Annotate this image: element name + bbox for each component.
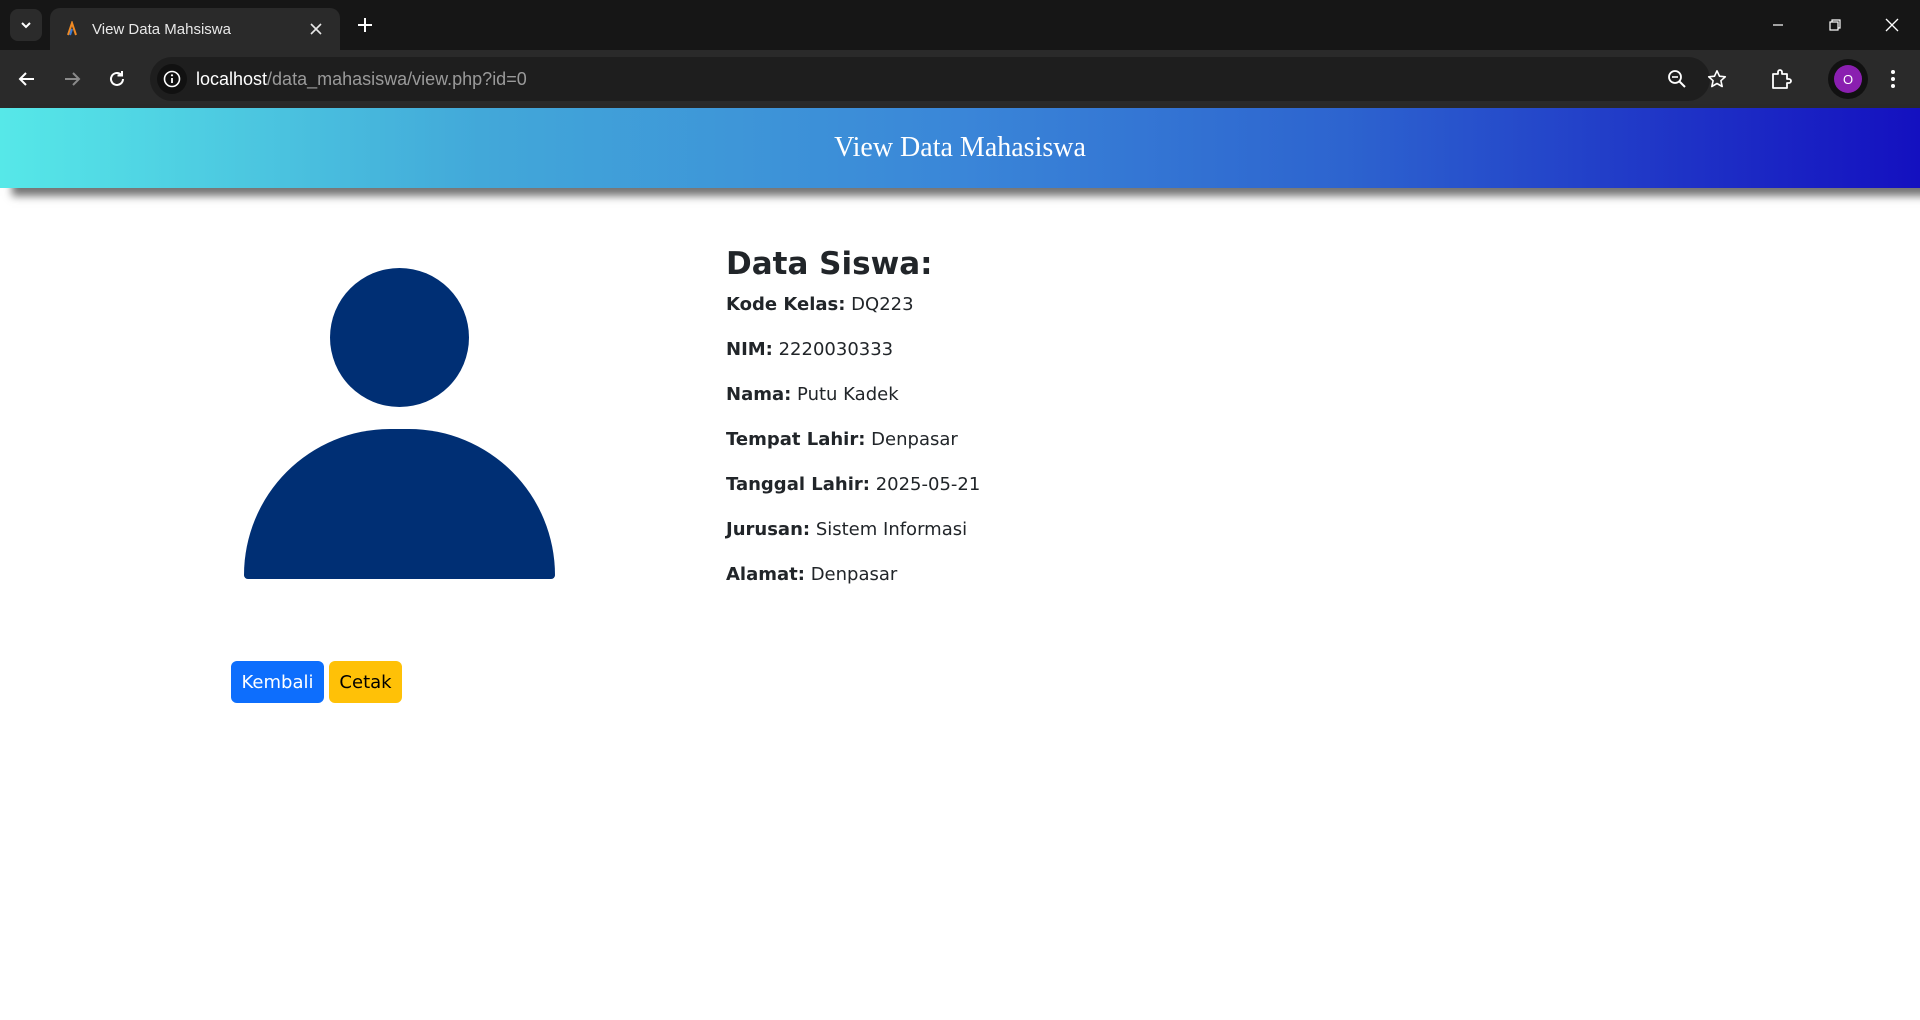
details-heading: Data Siswa: — [726, 246, 933, 282]
site-info-button[interactable] — [157, 64, 187, 94]
detail-row-nama: Nama: Putu Kadek — [726, 384, 1426, 429]
browser-menu-button[interactable] — [1877, 63, 1909, 95]
avatar-body — [244, 429, 555, 579]
detail-value: Denpasar — [810, 564, 898, 585]
reload-button[interactable] — [101, 63, 133, 95]
kebab-menu-icon — [1891, 70, 1895, 88]
detail-label: Jurusan: — [726, 519, 811, 540]
detail-label: Tanggal Lahir: — [726, 474, 870, 495]
tab-title: View Data Mahsiswa — [92, 20, 231, 38]
star-icon — [1707, 70, 1727, 88]
page-header: View Data Mahasiswa — [0, 108, 1920, 188]
detail-label: Nama: — [726, 384, 792, 405]
close-icon — [1885, 18, 1898, 32]
chevron-down-icon — [21, 22, 31, 29]
zoom-button[interactable] — [1665, 67, 1689, 91]
arrow-left-icon — [18, 72, 34, 86]
detail-row-kode-kelas: Kode Kelas: DQ223 — [726, 294, 1426, 339]
zoom-out-icon — [1668, 70, 1686, 88]
close-window-button[interactable] — [1863, 0, 1920, 50]
url-host: localhost — [196, 69, 268, 89]
print-cetak-button[interactable]: Cetak — [329, 661, 402, 703]
profile-button[interactable]: O — [1828, 59, 1868, 99]
detail-value: DQ223 — [851, 294, 914, 315]
url-path: /data_mahasiswa/view.php?id=0 — [267, 69, 527, 89]
minimize-icon — [1772, 24, 1783, 26]
arrow-right-icon — [65, 72, 81, 86]
detail-row-alamat: Alamat: Denpasar — [726, 564, 1426, 609]
browser-tab-bar: View Data Mahsiswa — [0, 0, 1920, 50]
detail-value: 2220030333 — [778, 339, 894, 360]
restore-icon — [1828, 19, 1841, 31]
extensions-button[interactable] — [1765, 63, 1797, 95]
detail-label: Kode Kelas: — [726, 294, 846, 315]
detail-value: Sistem Informasi — [815, 519, 968, 540]
detail-row-jurusan: Jurusan: Sistem Informasi — [726, 519, 1426, 564]
bookmark-button[interactable] — [1705, 67, 1729, 91]
back-kembali-button[interactable]: Kembali — [231, 661, 324, 703]
detail-label: Tempat Lahir: — [726, 429, 866, 450]
tab-search-button[interactable] — [10, 9, 42, 41]
detail-row-nim: NIM: 2220030333 — [726, 339, 1426, 384]
reload-icon — [110, 71, 124, 86]
detail-value: 2025-05-21 — [875, 474, 981, 495]
minimize-button[interactable] — [1749, 0, 1806, 50]
detail-row-tempat-lahir: Tempat Lahir: Denpasar — [726, 429, 1426, 474]
plus-icon — [358, 18, 372, 32]
student-details: Data Siswa: Kode Kelas: DQ223 NIM: 22200… — [726, 246, 1426, 609]
profile-avatar: O — [1834, 65, 1862, 93]
student-avatar-icon — [244, 268, 556, 582]
back-button[interactable] — [11, 63, 43, 95]
restore-button[interactable] — [1806, 0, 1863, 50]
detail-row-tanggal-lahir: Tanggal Lahir: 2025-05-21 — [726, 474, 1426, 519]
tab-close-icon[interactable] — [306, 19, 326, 39]
detail-label: Alamat: — [726, 564, 805, 585]
page-title: View Data Mahasiswa — [834, 132, 1086, 163]
xampp-favicon-icon — [64, 21, 80, 37]
browser-toolbar: localhost/data_mahasiswa/view.php?id=0 O — [0, 50, 1920, 108]
new-tab-button[interactable] — [351, 11, 379, 39]
forward-button[interactable] — [56, 63, 88, 95]
page-content: View Data Mahasiswa Data Siswa: Kode Kel… — [0, 108, 1920, 1020]
url-text: localhost/data_mahasiswa/view.php?id=0 — [196, 57, 527, 101]
detail-value: Putu Kadek — [797, 384, 899, 405]
puzzle-icon — [1772, 69, 1792, 89]
address-bar[interactable]: localhost/data_mahasiswa/view.php?id=0 — [150, 57, 1727, 101]
avatar-head — [330, 268, 469, 407]
info-icon — [163, 70, 181, 88]
browser-tab-active[interactable]: View Data Mahsiswa — [50, 8, 340, 50]
detail-value: Denpasar — [871, 429, 958, 450]
detail-label: NIM: — [726, 339, 773, 360]
